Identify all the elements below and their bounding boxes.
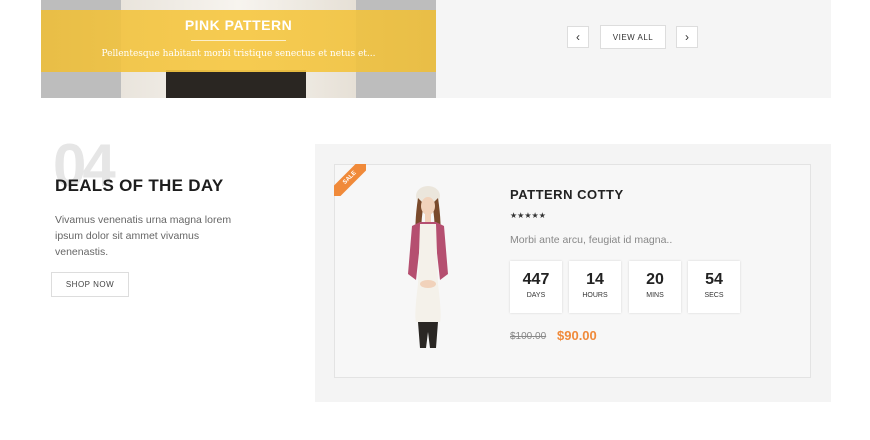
sale-price: $90.00 [557, 328, 597, 343]
chevron-right-icon: › [685, 30, 689, 44]
next-button[interactable]: › [676, 26, 698, 48]
view-all-button[interactable]: VIEW ALL [600, 25, 666, 49]
product-description: Morbi ante arcu, feugiat id magna.. [510, 234, 673, 246]
old-price: $100.00 [510, 331, 547, 342]
rating-stars: ★★★★★ [510, 211, 546, 220]
product-image[interactable] [396, 184, 460, 348]
countdown-secs: 54 SECS [688, 261, 740, 313]
sale-badge-label: SALE [334, 164, 366, 196]
countdown-hours-value: 14 [586, 271, 604, 288]
chevron-left-icon: ‹ [576, 30, 580, 44]
deals-description: Vivamus venenatis urna magna lorem ipsum… [55, 214, 232, 258]
countdown-mins: 20 MINS [629, 261, 681, 313]
featured-banner[interactable]: PINK PATTERN Pellentesque habitant morbi… [41, 0, 436, 98]
prev-button[interactable]: ‹ [567, 26, 589, 48]
pager-panel [436, 0, 831, 98]
banner-description: Pellentesque habitant morbi tristique se… [101, 49, 376, 59]
countdown-days-value: 447 [522, 271, 550, 288]
shop-now-button[interactable]: SHOP NOW [51, 272, 129, 297]
countdown-hours-label: HOURS [582, 292, 608, 299]
countdown-secs-value: 54 [705, 271, 723, 288]
banner-divider [191, 40, 286, 41]
countdown-mins-value: 20 [646, 271, 664, 288]
countdown-days: 447 DAYS [510, 261, 562, 313]
product-name[interactable]: PATTERN COTTY [510, 187, 624, 202]
banner-title[interactable]: PINK PATTERN [41, 17, 436, 33]
countdown-mins-label: MINS [646, 292, 664, 299]
countdown-secs-label: SECS [704, 292, 724, 299]
sale-badge: SALE [334, 164, 366, 196]
deals-title: DEALS OF THE DAY [55, 176, 224, 195]
countdown-days-label: DAYS [526, 292, 546, 299]
countdown-hours: 14 HOURS [569, 261, 621, 313]
banner-image-pants [166, 70, 306, 98]
